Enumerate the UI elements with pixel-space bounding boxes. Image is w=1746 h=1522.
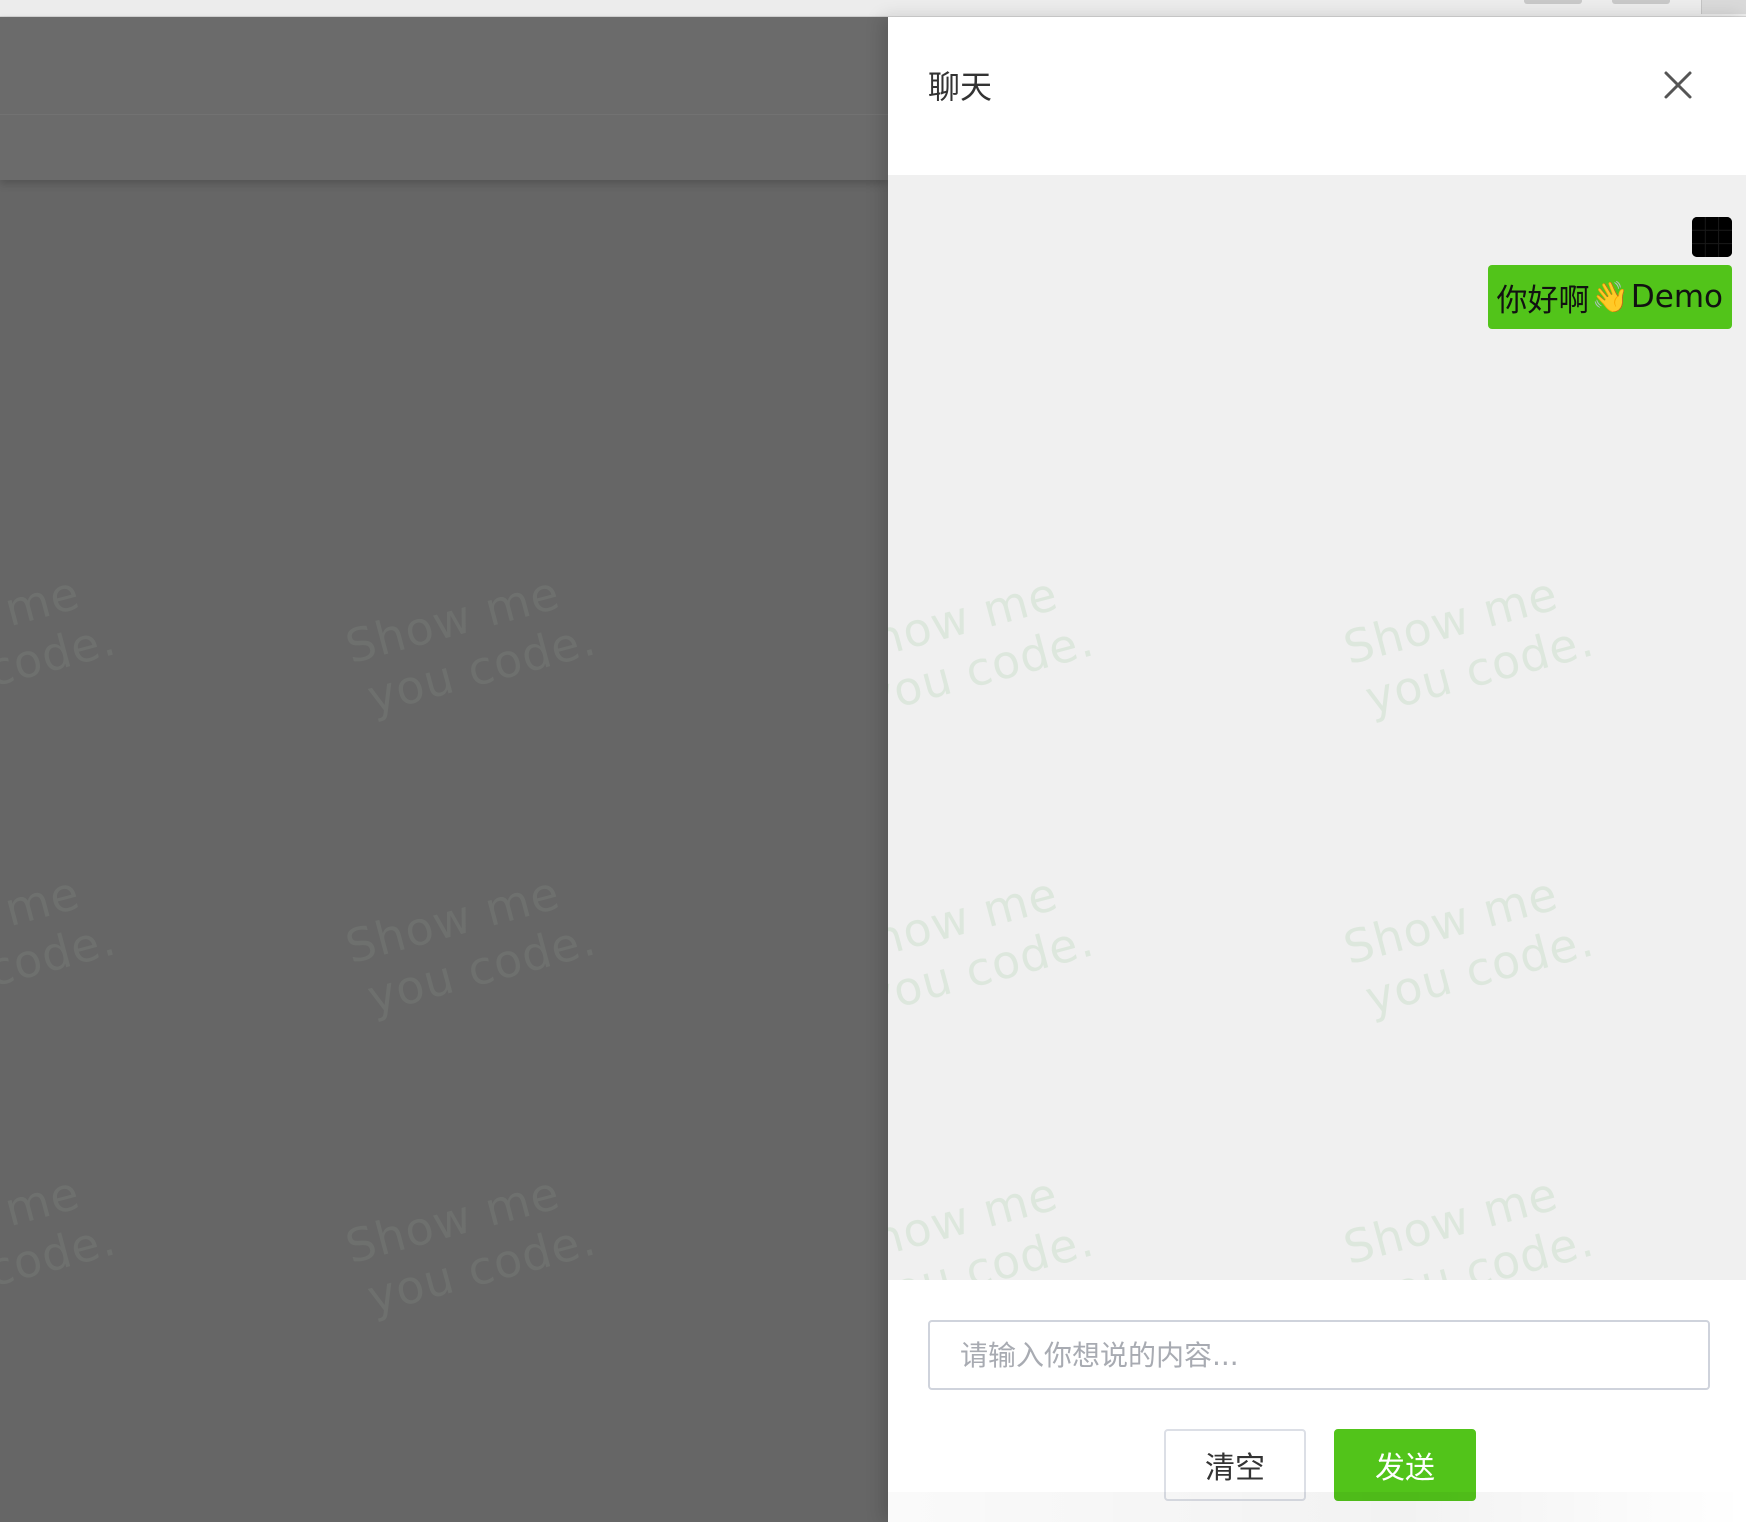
chrome-tab-edge xyxy=(1612,0,1670,4)
clear-button[interactable]: 清空 xyxy=(1164,1429,1306,1501)
watermark: Show me you code. xyxy=(1338,860,1599,1027)
watermark-line: Show me xyxy=(340,1165,566,1275)
message-text: Demo xyxy=(1630,279,1723,315)
watermark-line: you code. xyxy=(1359,1212,1600,1280)
watermark-line: you code. xyxy=(361,611,602,725)
send-button[interactable]: 发送 xyxy=(1334,1429,1476,1501)
watermark-line: Show me xyxy=(0,565,86,674)
close-icon xyxy=(1664,71,1692,99)
watermark-line: you code. xyxy=(888,912,1100,1026)
watermark-line: you code. xyxy=(361,911,602,1025)
watermark: Show me you code. xyxy=(1338,560,1599,727)
chat-composer: 清空 发送 xyxy=(888,1280,1746,1522)
chat-drawer: 聊天 Show me you code. Show me you code. S… xyxy=(888,17,1746,1522)
watermark-line: Show me xyxy=(1338,866,1564,976)
watermark-line: you code. xyxy=(0,1211,122,1325)
watermark-line: Show me xyxy=(340,865,566,975)
message-bubble: 你好啊 👋 Demo xyxy=(1487,265,1732,329)
watermark-line: Show me xyxy=(0,865,86,974)
header-divider xyxy=(0,114,888,115)
chrome-corner-button[interactable] xyxy=(1701,0,1746,14)
watermark-line: Show me xyxy=(0,1165,86,1274)
watermark: Show me you code. xyxy=(888,560,1099,727)
watermark-line: Show me xyxy=(888,566,1064,676)
footer-shadow xyxy=(888,1492,1746,1522)
message-text: 你好啊 xyxy=(1496,282,1590,319)
drawer-title: 聊天 xyxy=(928,68,993,106)
watermark-line: Show me xyxy=(888,1166,1064,1276)
watermark-line: you code. xyxy=(0,611,122,725)
watermark: Show me you code. xyxy=(888,860,1099,1027)
watermark: Show me you code. xyxy=(340,859,601,1026)
watermark-line: you code. xyxy=(1359,612,1600,726)
watermark-line: you code. xyxy=(888,1212,1100,1280)
watermark: Show me you code. xyxy=(0,1159,121,1326)
watermark: Show me you code. xyxy=(0,559,121,726)
watermark: Show me you code. xyxy=(888,1160,1099,1280)
watermark-line: Show me xyxy=(1338,566,1564,676)
watermark-line: you code. xyxy=(888,612,1100,726)
watermark-line: you code. xyxy=(1359,912,1600,1026)
watermark: Show me you code. xyxy=(1338,1160,1599,1280)
watermark-line: you code. xyxy=(0,911,122,1025)
browser-chrome xyxy=(0,0,1746,17)
chrome-tab-edge xyxy=(1524,0,1582,4)
chat-messages-area[interactable]: Show me you code. Show me you code. Show… xyxy=(888,175,1746,1280)
watermark-line: Show me xyxy=(888,866,1064,976)
message-input[interactable] xyxy=(928,1320,1710,1390)
watermark-line: Show me xyxy=(340,565,566,675)
close-button[interactable] xyxy=(1656,63,1700,107)
watermark-line: Show me xyxy=(1338,1166,1564,1276)
screen: Show me you code. Show me you code. Show… xyxy=(0,0,1746,1522)
watermark-line: you code. xyxy=(361,1211,602,1325)
background-header xyxy=(0,17,888,180)
avatar-grid-icon xyxy=(1692,217,1732,257)
drawer-header: 聊天 xyxy=(888,17,1746,175)
page-mask-overlay[interactable]: Show me you code. Show me you code. Show… xyxy=(0,17,888,1522)
user-avatar[interactable] xyxy=(1692,217,1732,257)
waving-hand-icon: 👋 xyxy=(1591,279,1629,315)
watermark: Show me you code. xyxy=(340,1159,601,1326)
watermark: Show me you code. xyxy=(340,559,601,726)
watermark: Show me you code. xyxy=(0,859,121,1026)
